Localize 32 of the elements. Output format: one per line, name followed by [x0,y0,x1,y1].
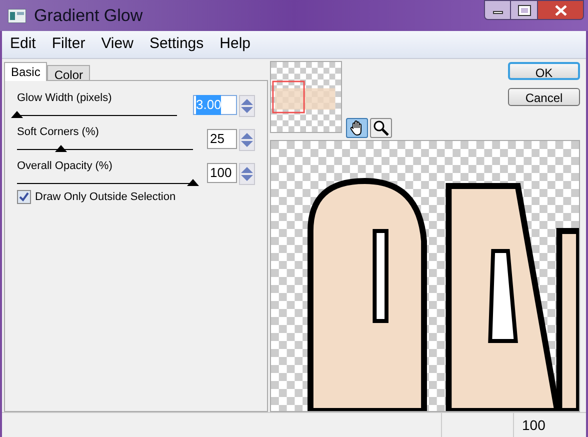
tab[interactable]: Color [47,65,90,81]
spin-buttons[interactable] [239,163,255,185]
checkbox[interactable] [17,190,31,204]
spin-buttons[interactable] [239,95,255,117]
menu-item[interactable]: Filter [44,33,94,56]
app-icon [8,8,26,22]
dialog-button[interactable]: Cancel [508,88,580,106]
slider-label: Overall Opacity (%) [17,159,114,173]
tool-button[interactable] [370,118,392,138]
menu-item[interactable]: Help [212,33,259,56]
menu-item[interactable]: Edit [2,33,44,56]
close-button[interactable] [538,0,584,20]
slider-thumb[interactable] [187,179,199,186]
value-field[interactable]: 100 [207,163,237,183]
slider-thumb[interactable] [11,111,23,118]
tab[interactable]: Basic [4,62,48,81]
minimize-button[interactable] [484,0,511,20]
menu-item[interactable]: Settings [141,33,212,56]
menu-item[interactable]: View [93,33,142,56]
slider-label: Soft Corners (%) [17,125,100,139]
slider-label: Glow Width (pixels) [17,91,113,105]
close-icon [554,4,566,16]
checkbox-label: Draw Only Outside Selection [35,190,176,205]
spin-buttons[interactable] [239,129,255,151]
magnifier-icon [373,120,389,136]
slider-thumb[interactable] [55,145,67,152]
tool-button[interactable] [346,118,368,138]
dialog-button[interactable]: OK [508,62,580,80]
zoom-level: 100 [521,416,546,434]
value-field[interactable]: 25 [207,129,237,149]
window-title: Gradient Glow [34,4,143,27]
maximize-button[interactable] [511,0,538,20]
